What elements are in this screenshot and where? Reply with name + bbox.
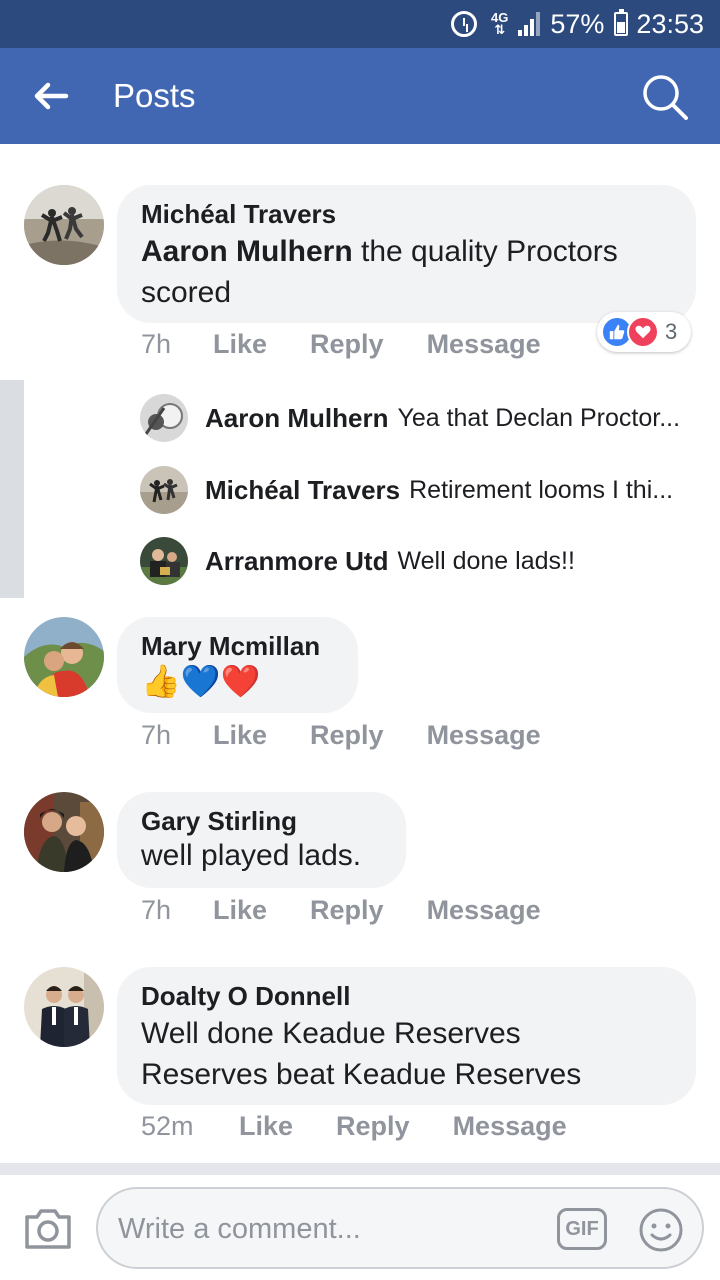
signal-icon (516, 12, 542, 36)
reply-text: Well done lads!! (397, 546, 575, 575)
comment-time: 7h (141, 720, 172, 750)
battery-percent: 57% (550, 8, 605, 39)
reaction-summary[interactable]: 3 (597, 312, 691, 352)
gif-button[interactable]: GIF (557, 1208, 607, 1250)
reply-text: Yea that Declan Proctor... (397, 403, 681, 432)
back-button[interactable] (30, 76, 82, 116)
message-button[interactable]: Message (427, 719, 541, 751)
like-button[interactable]: Like (213, 328, 267, 360)
reply-author[interactable]: Aaron Mulhern (205, 403, 388, 434)
message-button[interactable]: Message (453, 1110, 567, 1142)
comment-box: GIF (96, 1187, 704, 1269)
comment-author[interactable]: Gary Stirling (141, 806, 382, 836)
avatar[interactable] (24, 967, 104, 1047)
reply-author[interactable]: Arranmore Utd (205, 546, 388, 577)
avatar[interactable] (24, 185, 104, 265)
back-arrow-icon (34, 82, 69, 110)
love-reaction-icon (627, 316, 659, 348)
comment-emojis: 👍💙❤️ (141, 663, 261, 699)
like-button[interactable]: Like (213, 719, 267, 751)
message-button[interactable]: Message (427, 894, 541, 926)
comment-text: Well done Keadue Reserves Reserves beat K… (141, 1017, 582, 1091)
reply-button[interactable]: Reply (310, 328, 384, 360)
avatar (140, 394, 188, 442)
message-button[interactable]: Message (427, 328, 541, 360)
like-button[interactable]: Like (213, 894, 267, 926)
status-icons: 4G ⇅ 57% 23:53 (451, 0, 704, 48)
avatar (140, 537, 188, 585)
alarm-icon (451, 11, 478, 37)
reaction-count: 3 (665, 319, 678, 344)
comment-composer: GIF (0, 1175, 720, 1280)
reply-item[interactable]: Michéal Travers Retirement looms I thi..… (140, 466, 673, 514)
reply-item[interactable]: Arranmore Utd Well done lads!! (140, 537, 575, 585)
comment-text: Aaron Mulhern the quality Proctors scored (141, 235, 618, 309)
search-icon (643, 75, 688, 120)
comment-author[interactable]: Michéal Travers (141, 199, 672, 229)
comment-bubble[interactable]: Michéal Travers Aaron Mulhern the qualit… (117, 185, 696, 323)
avatar[interactable] (24, 617, 104, 697)
emoji-icon (639, 1208, 683, 1252)
network-4g-icon: 4G ⇅ (491, 10, 509, 37)
emoji-button[interactable] (638, 1207, 684, 1253)
comment-time: 7h (141, 895, 172, 925)
reply-item[interactable]: Aaron Mulhern Yea that Declan Proctor... (140, 394, 680, 442)
like-button[interactable]: Like (239, 1110, 293, 1142)
clock: 23:53 (636, 8, 704, 39)
search-button[interactable] (640, 72, 690, 122)
comment-bubble[interactable]: Gary Stirling well played lads. (117, 792, 406, 888)
camera-icon (25, 1209, 71, 1249)
avatar (140, 466, 188, 514)
comment-bubble[interactable]: Mary Mcmillan 👍💙❤️ (117, 617, 358, 713)
comment-author[interactable]: Doalty O Donnell (141, 981, 672, 1011)
battery-icon (614, 9, 629, 36)
reply-button[interactable]: Reply (336, 1110, 410, 1142)
comment-time: 52m (141, 1111, 194, 1141)
reply-author[interactable]: Michéal Travers (205, 475, 400, 506)
app-bar: Posts (0, 48, 720, 144)
page-title: Posts (113, 77, 196, 114)
comment-actions: 52m Like Reply Message (141, 1110, 610, 1142)
comment-actions: 7h Like Reply Message (141, 894, 584, 926)
reply-button[interactable]: Reply (310, 894, 384, 926)
comment-time: 7h (141, 329, 172, 359)
comment-actions: 7h Like Reply Message (141, 328, 584, 360)
comment-text: well played lads. (141, 839, 362, 872)
camera-button[interactable] (23, 1205, 73, 1251)
thread-indicator (0, 380, 24, 598)
comment-actions: 7h Like Reply Message (141, 719, 584, 751)
avatar[interactable] (24, 792, 104, 872)
mention-link[interactable]: Aaron Mulhern (141, 235, 353, 268)
comment-bubble[interactable]: Doalty O Donnell Well done Keadue Reserv… (117, 967, 696, 1105)
reply-button[interactable]: Reply (310, 719, 384, 751)
reply-text: Retirement looms I thi... (409, 475, 674, 504)
divider (0, 1163, 720, 1175)
status-bar: 4G ⇅ 57% 23:53 (0, 0, 720, 48)
comment-author[interactable]: Mary Mcmillan (141, 631, 334, 661)
comment-input[interactable] (118, 1211, 538, 1247)
